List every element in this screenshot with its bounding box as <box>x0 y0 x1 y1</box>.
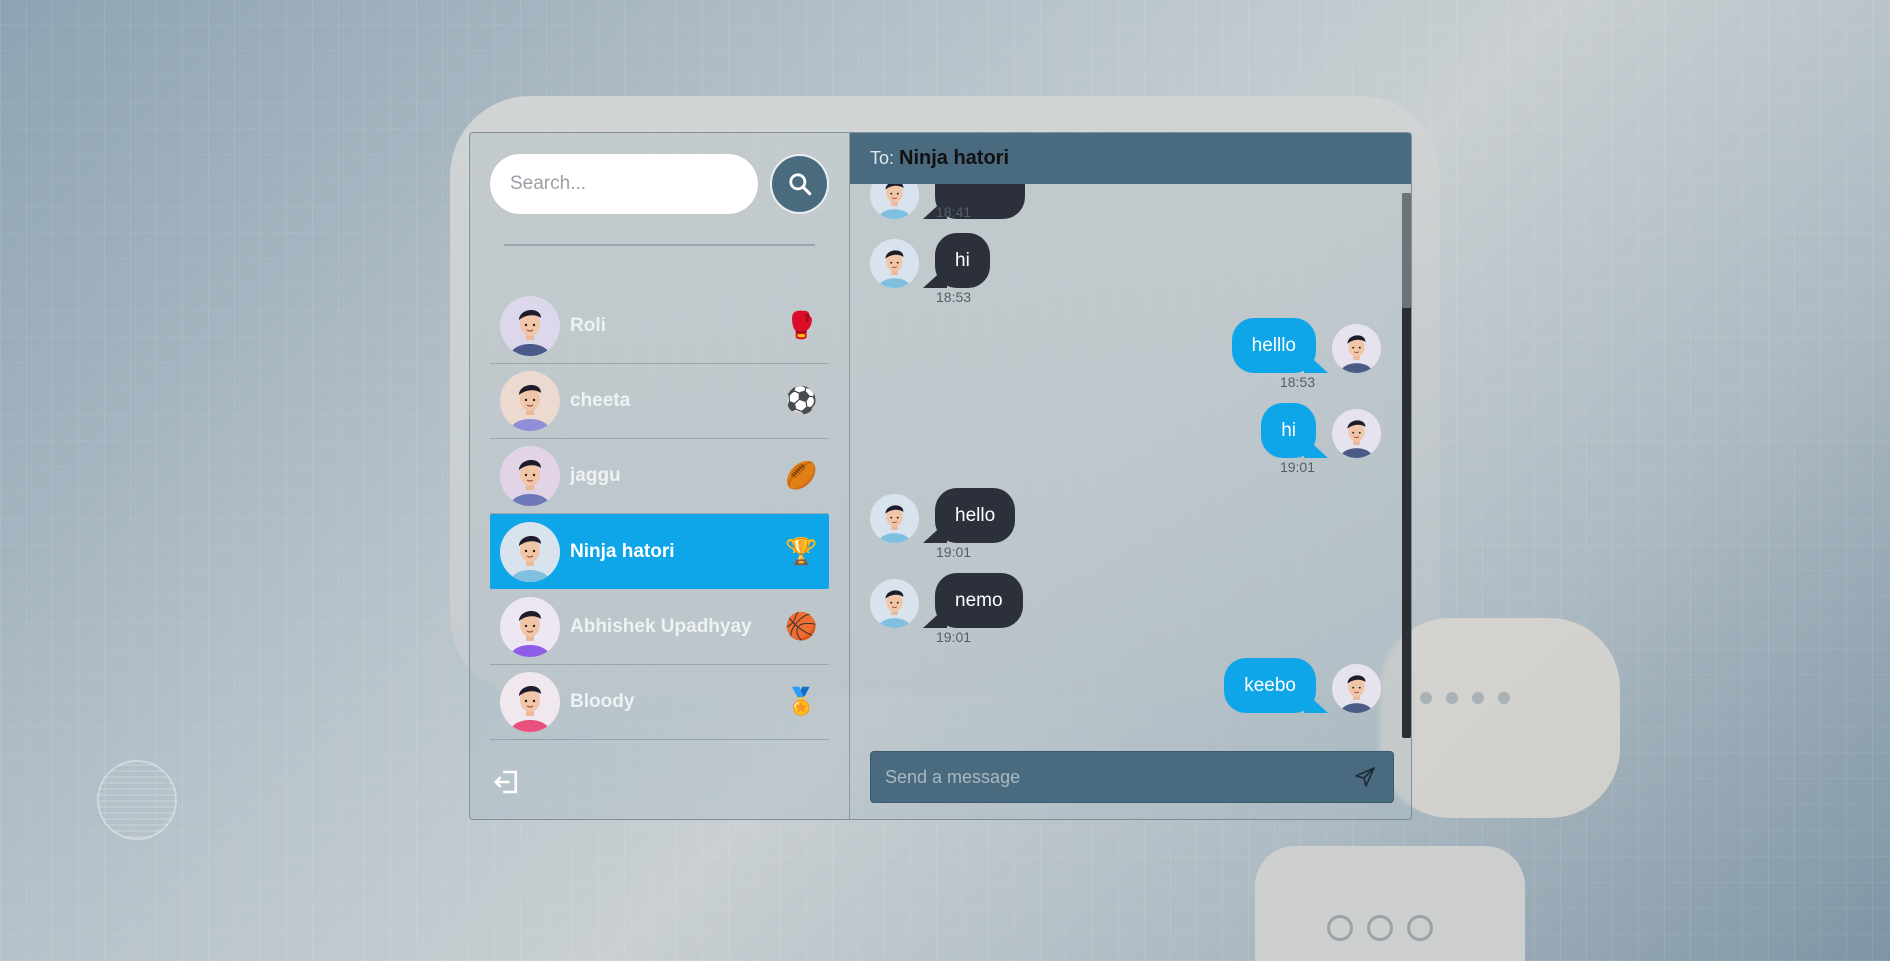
conversation-item[interactable]: Bloody 🏅 <box>490 665 829 740</box>
message-composer <box>870 751 1394 803</box>
avatar-image <box>1332 409 1381 458</box>
message-timestamp: 18:53 <box>936 289 972 305</box>
conversation-name: Bloody <box>570 691 635 712</box>
message-bubble: hi <box>1261 403 1316 458</box>
send-icon <box>1355 767 1375 787</box>
avatar <box>500 371 560 431</box>
conversation-item[interactable]: cheeta ⚽ <box>490 364 829 439</box>
message-bubble: hi <box>935 233 990 288</box>
message-avatar <box>1332 664 1381 713</box>
search-icon <box>788 173 811 196</box>
search-bar <box>490 154 829 214</box>
sent-message: hi <box>1261 403 1381 458</box>
rugby-ball-icon: 🏉 <box>785 461 818 491</box>
conversation-name: Roli <box>570 315 606 336</box>
recipient-name: Ninja hatori <box>899 147 1010 169</box>
avatar-image <box>1332 324 1381 373</box>
basketball-icon: 🏀 <box>785 612 818 642</box>
send-button[interactable] <box>1351 763 1379 791</box>
message-avatar <box>1332 324 1381 373</box>
background-dots <box>1327 915 1433 941</box>
sidebar-divider <box>504 244 815 246</box>
message-avatar <box>870 184 919 219</box>
background-bubble <box>1380 618 1620 818</box>
soccer-ball-icon: ⚽ <box>785 386 818 416</box>
received-message: hello <box>870 488 1016 543</box>
background-bubble-bottom <box>1255 846 1525 961</box>
search-input[interactable] <box>490 154 758 214</box>
avatar-image <box>500 672 560 732</box>
conversation-name: cheeta <box>570 390 631 411</box>
medal-icon: 🏅 <box>785 687 818 717</box>
conversation-list: Roli 🥊 cheeta ⚽ jaggu 🏉 Ninja hatori 🏆 Abhishek … <box>490 289 829 740</box>
background-dots-small <box>1420 692 1510 704</box>
to-label: To: <box>870 148 895 168</box>
avatar <box>500 296 560 356</box>
chat-app-window: Roli 🥊 cheeta ⚽ jaggu 🏉 Ninja hatori 🏆 Abhishek … <box>469 132 1412 820</box>
received-message: hi <box>870 233 990 288</box>
avatar <box>500 446 560 506</box>
avatar-image <box>500 597 560 657</box>
conversation-name: Ninja hatori <box>570 540 675 562</box>
received-message: nemo <box>870 573 1023 628</box>
scrollbar-thumb[interactable] <box>1402 193 1411 308</box>
message-bubble: hello <box>935 488 1016 543</box>
message-list[interactable]: 18:41 hi 18:53 helllo 18:53 hi 19:01 hello 19:01… <box>850 184 1411 819</box>
sent-message: helllo <box>1231 318 1381 373</box>
message-bubble: helllo <box>1231 318 1316 373</box>
search-button[interactable] <box>770 154 829 214</box>
message-bubble: nemo <box>935 573 1023 628</box>
avatar-image <box>500 521 560 582</box>
avatar <box>500 597 560 657</box>
avatar-image <box>500 371 560 431</box>
conversation-item[interactable]: jaggu 🏉 <box>490 439 829 514</box>
avatar-image <box>500 446 560 506</box>
message-avatar <box>1332 409 1381 458</box>
boxing-glove-icon: 🥊 <box>785 311 818 341</box>
message-timestamp: 18:41 <box>936 204 972 220</box>
message-avatar <box>870 494 919 543</box>
message-timestamp: 19:01 <box>936 629 972 645</box>
avatar-image <box>1332 664 1381 713</box>
logout-icon <box>493 770 517 794</box>
trophy-icon: 🏆 <box>785 536 818 567</box>
avatar <box>500 672 560 732</box>
avatar <box>500 521 560 582</box>
avatar-image <box>870 494 919 543</box>
message-avatar <box>870 579 919 628</box>
avatar-image <box>500 296 560 356</box>
conversation-name: Abhishek Upadhyay <box>570 616 752 637</box>
message-timestamp: 18:53 <box>1279 374 1315 390</box>
sidebar: Roli 🥊 cheeta ⚽ jaggu 🏉 Ninja hatori 🏆 Abhishek … <box>470 133 850 819</box>
chat-panel: To: Ninja hatori 18:41 hi 18:53 helllo 18:53… <box>850 133 1411 819</box>
background-circle <box>97 760 177 840</box>
message-bubble: keebo <box>1224 658 1316 713</box>
avatar-image <box>870 579 919 628</box>
conversation-name: jaggu <box>570 465 621 486</box>
sent-message: keebo <box>1224 658 1381 713</box>
message-timestamp: 19:01 <box>1279 459 1315 475</box>
message-input[interactable] <box>885 766 1351 788</box>
conversation-item[interactable]: Roli 🥊 <box>490 289 829 364</box>
avatar-image <box>870 184 919 219</box>
chat-header: To: Ninja hatori <box>850 133 1411 184</box>
logout-button[interactable] <box>492 767 522 797</box>
conversation-item[interactable]: Abhishek Upadhyay 🏀 <box>490 590 829 665</box>
conversation-item[interactable]: Ninja hatori 🏆 <box>490 514 829 589</box>
message-timestamp: 19:01 <box>936 544 972 560</box>
message-avatar <box>870 239 919 288</box>
avatar-image <box>870 239 919 288</box>
